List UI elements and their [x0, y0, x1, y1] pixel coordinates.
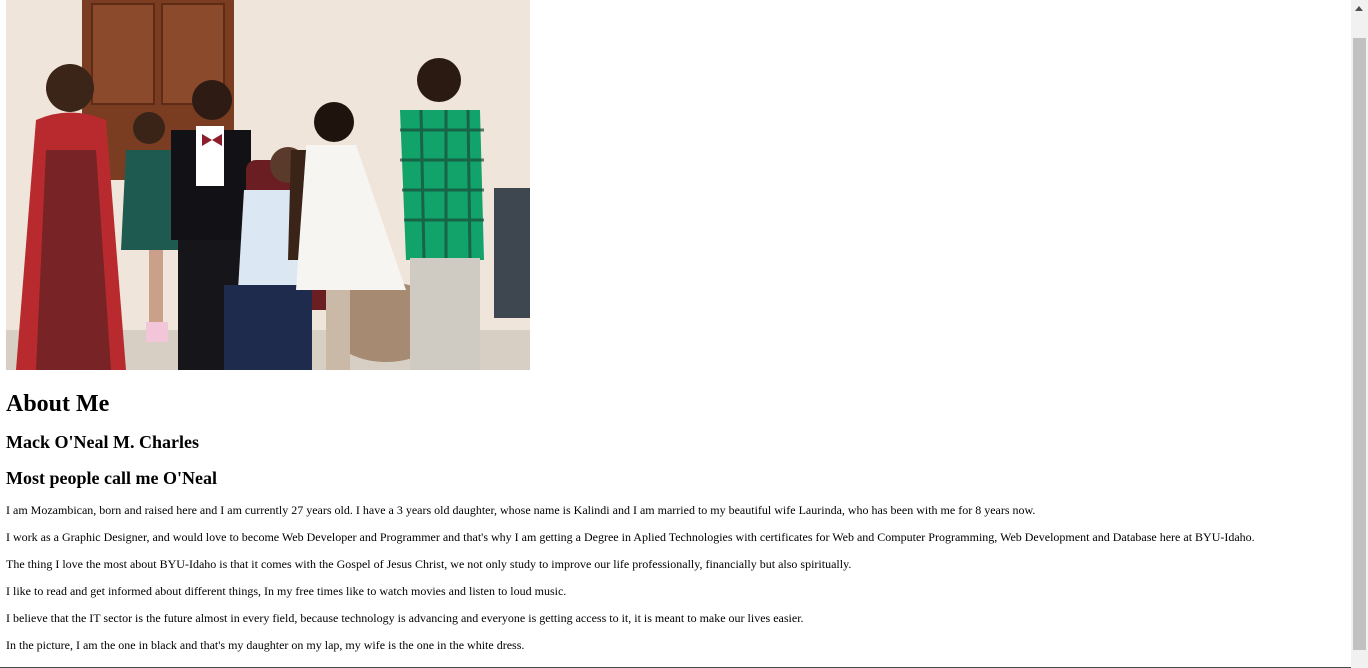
main-content: About Me Mack O'Neal M. Charles Most peo…	[6, 0, 1346, 653]
scroll-up-arrow-icon[interactable]	[1351, 0, 1368, 17]
family-photo-illustration	[6, 0, 530, 370]
paragraph-hobbies: I like to read and get informed about di…	[6, 584, 567, 598]
vertical-scrollbar[interactable]	[1351, 0, 1368, 668]
paragraph-intro: I am Mozambican, born and raised here an…	[6, 503, 1036, 517]
paragraph-picture: In the picture, I am the one in black an…	[6, 638, 525, 652]
paragraph-it: I believe that the IT sector is the futu…	[6, 611, 804, 625]
page: About Me Mack O'Neal M. Charles Most peo…	[0, 0, 1368, 668]
full-name: Mack O'Neal M. Charles	[6, 432, 199, 452]
family-photo	[6, 0, 530, 370]
page-title: About Me	[6, 391, 110, 417]
paragraph-work: I work as a Graphic Designer, and would …	[6, 530, 1255, 544]
scrollbar-thumb[interactable]	[1353, 38, 1366, 650]
nickname: Most people call me O'Neal	[6, 468, 217, 488]
paragraph-byui: The thing I love the most about BYU-Idah…	[6, 557, 852, 571]
